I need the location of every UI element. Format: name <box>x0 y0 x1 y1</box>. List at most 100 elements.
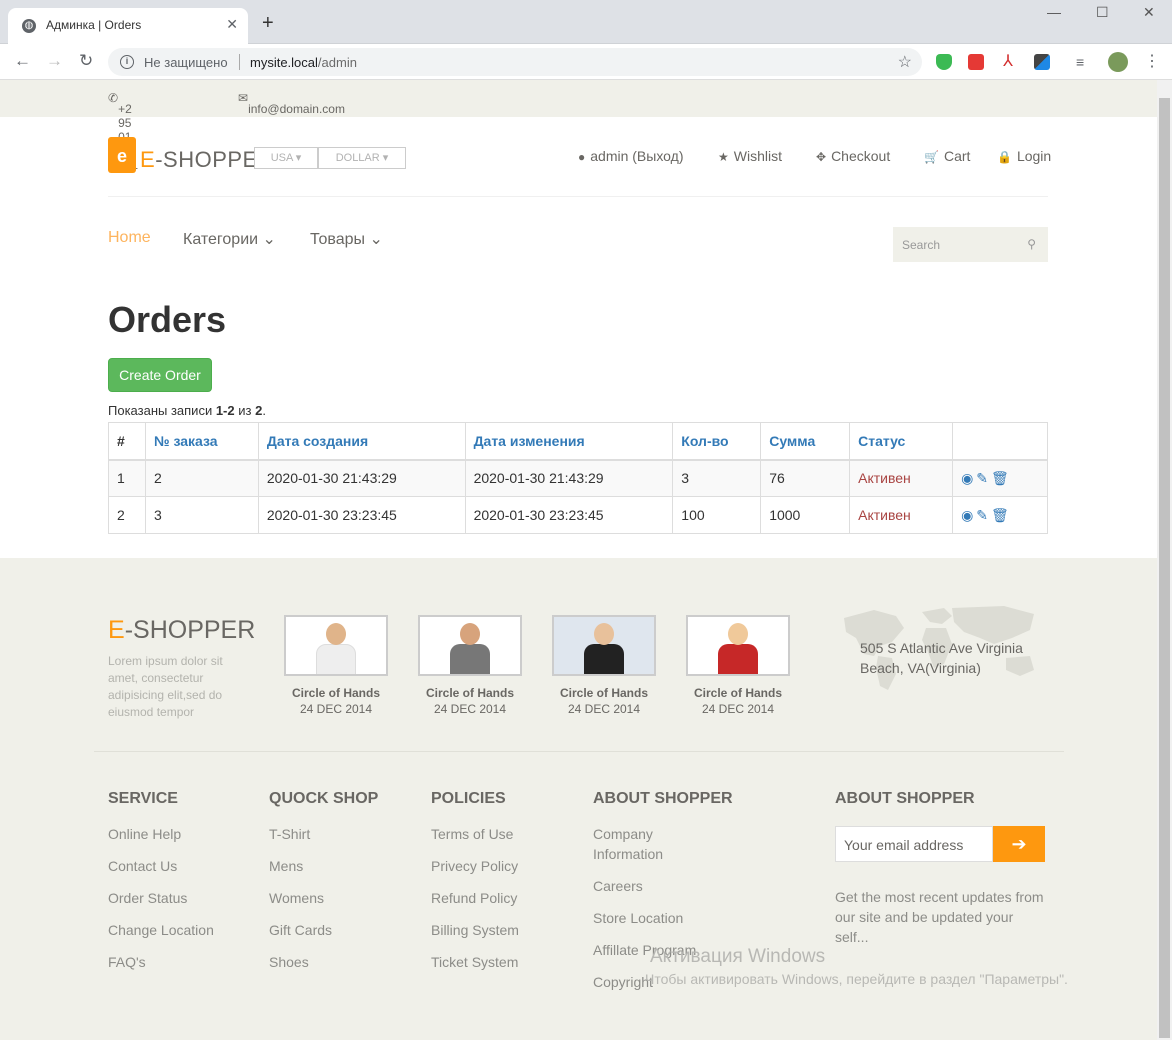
nav-products[interactable]: Товары ⌄ <box>310 229 383 249</box>
wishlist-link[interactable]: ★ Wishlist <box>718 148 782 164</box>
footer-link[interactable]: Order Status <box>108 888 214 908</box>
footer-link[interactable]: Womens <box>269 888 378 908</box>
profile-avatar[interactable] <box>1108 52 1128 72</box>
footer-link[interactable]: FAQ's <box>108 952 214 972</box>
create-order-button[interactable]: Create Order <box>108 358 212 392</box>
edit-pencil-icon[interactable]: ✎ <box>976 470 988 486</box>
subscribe-button[interactable]: ➔ <box>993 826 1045 862</box>
table-header-row: # № заказа Дата создания Дата изменения … <box>108 422 1048 461</box>
maximize-icon[interactable]: ☐ <box>1096 4 1109 21</box>
scrollbar-thumb[interactable] <box>1159 98 1170 1038</box>
email-contact: ✉ info@domain.com <box>238 91 345 116</box>
currency-select[interactable]: DOLLAR ▾ <box>318 147 406 169</box>
table-row: 2 3 2020-01-30 23:23:45 2020-01-30 23:23… <box>108 496 1048 534</box>
cell-order-number: 3 <box>144 496 259 534</box>
new-tab-button[interactable]: + <box>262 13 274 33</box>
edit-pencil-icon[interactable]: ✎ <box>976 507 988 523</box>
account-link[interactable]: ● admin (Выход) <box>578 148 684 164</box>
footer-link[interactable]: Terms of Use <box>431 824 519 844</box>
media-icon[interactable]: ≡ <box>1076 54 1092 70</box>
column-header-sum[interactable]: Сумма <box>760 422 851 461</box>
chevron-down-icon: ⌄ <box>369 231 383 248</box>
footer-link[interactable]: Billing System <box>431 920 519 940</box>
view-eye-icon[interactable]: ◉ <box>961 507 973 523</box>
country-select[interactable]: USA ▾ <box>254 147 318 169</box>
video-extension-icon[interactable] <box>968 54 984 70</box>
url-text: mysite.local/admin <box>250 55 357 70</box>
browser-tabstrip: ◍ Админка | Orders ✕ + — ☐ ✕ <box>0 0 1172 44</box>
video-image <box>552 615 656 676</box>
cell-actions: ◉ ✎ 🗑 <box>952 496 1048 534</box>
footer-link[interactable]: Refund Policy <box>431 888 519 908</box>
bag-icon: e <box>108 137 136 173</box>
video-thumbnail[interactable]: Circle of Hands 24 DEC 2014 <box>552 615 656 716</box>
search-icon: ⚲ <box>1027 237 1036 251</box>
reload-icon[interactable]: ↻ <box>79 52 93 70</box>
footer-link[interactable]: T-Shirt <box>269 824 378 844</box>
url-separator <box>239 54 240 70</box>
delete-trash-icon[interactable]: 🗑 <box>991 507 1009 523</box>
footer-link[interactable]: Gift Cards <box>269 920 378 940</box>
info-icon[interactable]: i <box>120 55 134 69</box>
address-bar[interactable]: i Не защищено mysite.local/admin ☆ <box>108 48 922 76</box>
scrollbar[interactable] <box>1157 80 1172 1040</box>
column-header-order-number[interactable]: № заказа <box>144 422 259 461</box>
cart-link[interactable]: 🛒 Cart <box>924 148 970 164</box>
view-eye-icon[interactable]: ◉ <box>961 470 973 486</box>
nav-categories[interactable]: Категории ⌄ <box>183 229 276 249</box>
acrobat-extension-icon[interactable]: ⅄ <box>1000 54 1016 70</box>
footer-link[interactable]: Change Location <box>108 920 214 940</box>
column-header-updated[interactable]: Дата изменения <box>464 422 674 461</box>
video-thumbnail[interactable]: Circle of Hands 24 DEC 2014 <box>686 615 790 716</box>
footer-link[interactable]: Mens <box>269 856 378 876</box>
close-tab-icon[interactable]: ✕ <box>226 16 238 33</box>
minimize-icon[interactable]: — <box>1047 4 1061 20</box>
footer-link[interactable]: Store Location <box>593 908 693 928</box>
chevron-down-icon: ⌄ <box>262 231 276 248</box>
close-window-icon[interactable]: ✕ <box>1143 4 1155 21</box>
shield-extension-icon[interactable] <box>936 54 952 70</box>
back-icon[interactable]: ← <box>14 52 31 70</box>
footer-link[interactable]: Company Information <box>593 824 693 864</box>
nav-home[interactable]: Home <box>108 229 151 247</box>
page-title: Orders <box>108 299 227 340</box>
cell-status: Активен <box>849 459 954 497</box>
footer-link[interactable]: Shoes <box>269 952 378 972</box>
menu-dots-icon[interactable]: ⋮ <box>1144 54 1160 70</box>
cell-created: 2020-01-30 23:23:45 <box>257 496 466 534</box>
forward-icon[interactable]: → <box>46 52 63 70</box>
browser-tab[interactable]: ◍ Админка | Orders ✕ <box>8 8 248 44</box>
windows-activation-title: Активация Windows <box>650 946 826 967</box>
picker-extension-icon[interactable] <box>1034 54 1050 70</box>
cell-index: 2 <box>108 496 146 534</box>
footer-link[interactable]: Contact Us <box>108 856 214 876</box>
cell-updated: 2020-01-30 23:23:45 <box>464 496 674 534</box>
tab-title: Админка | Orders <box>46 18 142 32</box>
arrow-circle-right-icon: ➔ <box>1011 834 1027 854</box>
login-link[interactable]: 🔒 Login <box>997 148 1051 164</box>
video-thumbnail[interactable]: Circle of Hands 24 DEC 2014 <box>284 615 388 716</box>
video-image <box>686 615 790 676</box>
globe-icon: ◍ <box>22 19 36 33</box>
delete-trash-icon[interactable]: 🗑 <box>991 470 1009 486</box>
table-row: 1 2 2020-01-30 21:43:29 2020-01-30 21:43… <box>108 459 1048 497</box>
footer-link[interactable]: Ticket System <box>431 952 519 972</box>
footer-link[interactable]: Careers <box>593 876 693 896</box>
column-header-created[interactable]: Дата создания <box>257 422 466 461</box>
footer-link[interactable]: Privecy Policy <box>431 856 519 876</box>
subscribe-text: Get the most recent updates from our sit… <box>835 889 1044 945</box>
lock-icon: 🔒 <box>997 150 1012 164</box>
search-input[interactable]: Search ⚲ <box>893 227 1048 262</box>
video-thumbnail[interactable]: Circle of Hands 24 DEC 2014 <box>418 615 522 716</box>
column-header-status[interactable]: Статус <box>849 422 954 461</box>
web-page: ✆ +2 95 01 88 821 ✉ info@domain.com e E-… <box>0 80 1157 1040</box>
bookmark-star-icon[interactable]: ☆ <box>898 52 912 72</box>
footer-logo: E-SHOPPER <box>108 616 256 644</box>
orders-section: Orders Create Order Показаны записи 1-2 … <box>108 289 1048 547</box>
video-image <box>418 615 522 676</box>
checkout-link[interactable]: ✥ Checkout <box>816 148 890 164</box>
column-header-qty[interactable]: Кол-во <box>672 422 762 461</box>
email-field[interactable]: Your email address <box>835 826 993 862</box>
cell-sum: 1000 <box>760 496 851 534</box>
footer-link[interactable]: Online Help <box>108 824 214 844</box>
